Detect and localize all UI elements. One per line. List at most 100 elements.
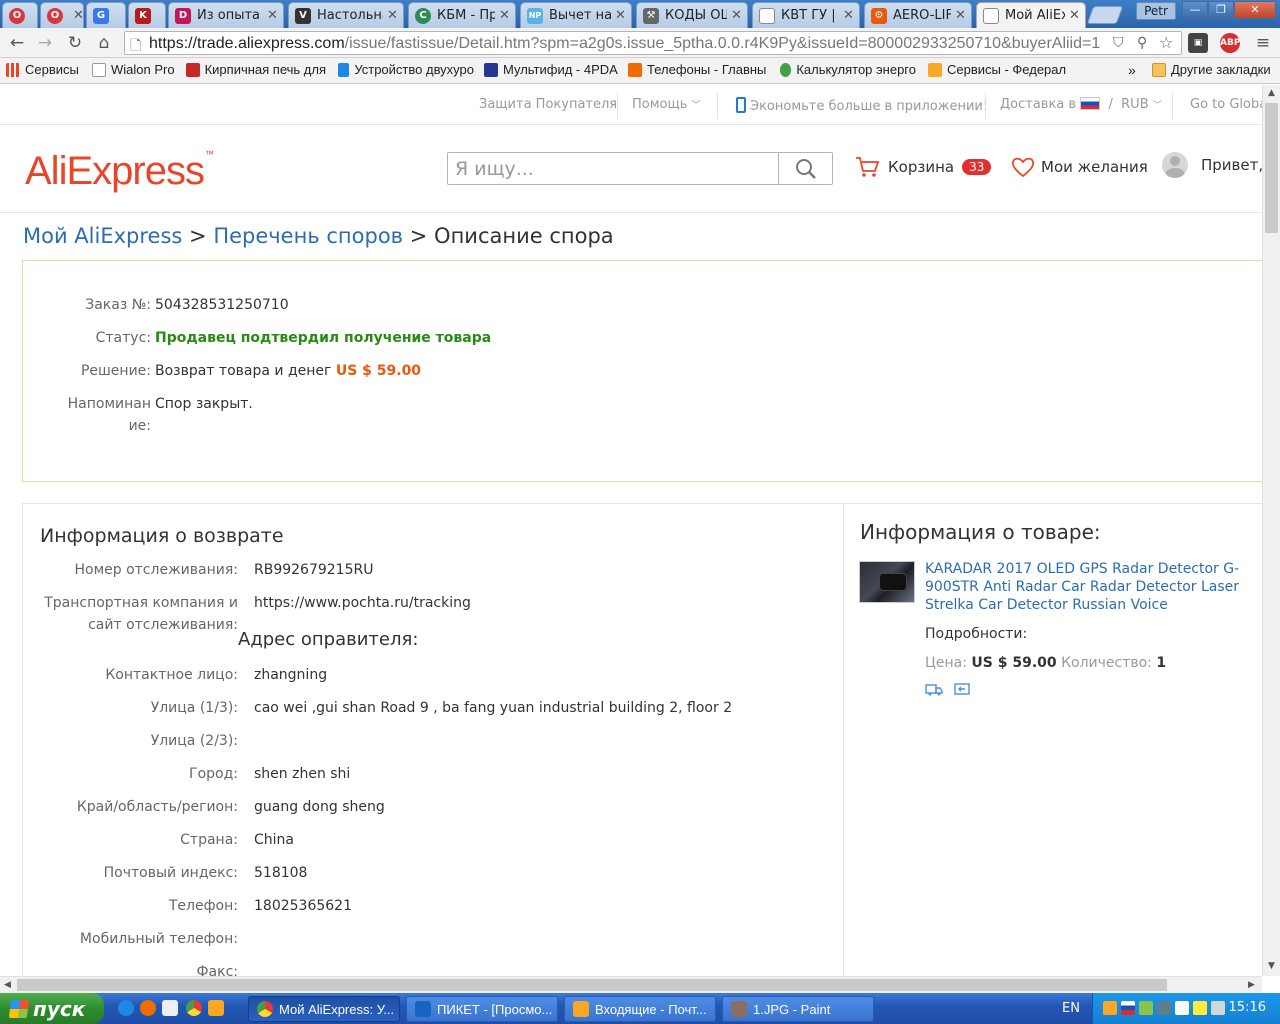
cart-icon — [856, 157, 880, 177]
minimize-button[interactable]: — — [1182, 1, 1208, 19]
close-icon[interactable]: ✕ — [267, 8, 279, 23]
bookmark-calc[interactable]: Калькулятор энерго — [780, 62, 916, 77]
close-window-button[interactable]: ✕ — [1234, 1, 1276, 19]
adblock-icon[interactable]: ABP — [1220, 33, 1240, 53]
scroll-left-icon[interactable]: ◀ — [4, 980, 11, 990]
c-icon — [780, 62, 792, 77]
search-input[interactable] — [448, 153, 778, 184]
scroll-down-icon[interactable]: ▼ — [1268, 961, 1275, 971]
taskbar-item-piket[interactable]: ПИКЕТ - [Просмо... — [406, 996, 558, 1022]
wishlist-link[interactable]: Мои желания — [1010, 155, 1148, 179]
browser-tab[interactable]: КВТ ГУ | ✕ — [752, 2, 860, 28]
profile-button[interactable]: Petr — [1136, 2, 1176, 20]
browser-tab[interactable]: ⚒ КОДЫ ОШ ✕ — [636, 2, 748, 28]
bookmark-4pda[interactable]: Мультифид - 4PDA — [484, 62, 618, 77]
outlook-icon[interactable] — [1103, 1001, 1117, 1015]
browser-tab[interactable]: D Из опыта ✕ — [168, 2, 284, 28]
shipping-icon[interactable] — [925, 681, 943, 697]
volume-icon[interactable] — [1175, 1001, 1189, 1015]
browser-tab[interactable]: ⚙ AERO-LIFT ✕ — [864, 2, 972, 28]
maximize-button[interactable]: ❐ — [1208, 1, 1234, 19]
buyer-protection-link[interactable]: Защита Покупателя — [479, 97, 617, 112]
horizontal-scrollbar[interactable]: ◀ ▶ — [0, 976, 1262, 993]
windows-flag-icon — [8, 999, 30, 1018]
close-icon[interactable]: ✕ — [73, 8, 83, 23]
browser-tab[interactable]: K — [128, 2, 166, 28]
outlook-icon[interactable] — [208, 1000, 224, 1016]
search-button[interactable] — [778, 153, 832, 184]
browser-tab[interactable]: C КБМ - Про ✕ — [408, 2, 516, 28]
close-icon[interactable]: ✕ — [843, 8, 855, 23]
url-text[interactable]: https://trade.aliexpress.com/issue/fasti… — [149, 35, 1119, 53]
browser-tab[interactable]: G — [86, 2, 126, 28]
app-icon[interactable] — [140, 1000, 156, 1016]
close-icon[interactable]: ✕ — [955, 8, 967, 23]
breadcrumb-separator: > — [409, 224, 428, 248]
return-icon[interactable] — [953, 681, 971, 697]
delivery-selector[interactable]: Доставка в / RUB ﹀ — [1000, 97, 1162, 112]
app-icon[interactable] — [162, 1000, 178, 1016]
tab-label: КВТ ГУ | — [781, 8, 836, 23]
product-title-link[interactable]: KARADAR 2017 OLED GPS Radar Detector G-9… — [925, 560, 1245, 614]
wishlist-label: Мои желания — [1041, 158, 1148, 176]
bookmark-wialon[interactable]: Wialon Pro — [92, 62, 175, 77]
close-icon[interactable]: ✕ — [731, 8, 743, 23]
home-button[interactable]: ⌂ — [93, 32, 115, 54]
global-site-link[interactable]: Go to Global — [1190, 97, 1262, 112]
product-thumbnail[interactable] — [859, 561, 915, 603]
ie-icon[interactable] — [118, 1000, 134, 1016]
bookmark-services[interactable]: Сервисы — [6, 62, 79, 77]
taskbar-item-chrome[interactable]: Мой AliExpress: У... — [248, 996, 400, 1022]
browser-tab[interactable]: O — [2, 2, 38, 28]
shield-icon[interactable]: ⛉ — [1113, 35, 1124, 51]
menu-icon[interactable]: ≡ — [1252, 32, 1274, 54]
star-icon[interactable]: ☆ — [1159, 33, 1173, 52]
scroll-thumb[interactable] — [1265, 103, 1278, 233]
zoom-icon[interactable]: ⚲ — [1137, 35, 1147, 51]
chrome-icon[interactable] — [186, 1000, 202, 1016]
bookmarks-more-button[interactable]: » — [1128, 62, 1136, 78]
taskbar-item-paint[interactable]: 1.JPG - Paint — [722, 996, 874, 1022]
app-promo-link[interactable]: Экономьте больше в приложении! — [736, 97, 988, 114]
scroll-up-icon[interactable]: ▲ — [1268, 88, 1275, 98]
bookmark-stove[interactable]: Кирпичная печь для — [186, 62, 326, 77]
aliexpress-logo[interactable]: AliExpress™ — [25, 149, 214, 194]
account-menu[interactable]: Привет, — [1162, 152, 1262, 178]
app-icon[interactable] — [1211, 1001, 1225, 1015]
language-indicator[interactable]: EN — [1062, 1001, 1080, 1016]
security-icon[interactable] — [1193, 1001, 1207, 1015]
vertical-scrollbar[interactable]: ▲ ▼ — [1262, 85, 1280, 976]
reload-button[interactable]: ↻ — [64, 32, 86, 54]
carrier-url[interactable]: https://www.pochta.ru/tracking — [254, 592, 471, 614]
close-icon[interactable]: ✕ — [615, 8, 627, 23]
app-icon[interactable] — [1139, 1001, 1153, 1015]
breadcrumb-my-aliexpress[interactable]: Мой AliExpress — [23, 224, 182, 248]
browser-tab[interactable]: V Настольна ✕ — [288, 2, 404, 28]
back-button[interactable]: ← — [6, 32, 28, 54]
close-icon[interactable]: ✕ — [1069, 8, 1081, 23]
address-bar[interactable]: 🗋 https://trade.aliexpress.com/issue/fas… — [124, 31, 1182, 55]
start-button[interactable]: пуск — [0, 993, 104, 1024]
browser-tab[interactable]: O ✕ — [40, 2, 84, 28]
scroll-right-icon[interactable]: ▶ — [1248, 980, 1255, 990]
close-icon[interactable]: ✕ — [499, 8, 511, 23]
other-bookmarks[interactable]: Другие закладки — [1152, 62, 1271, 77]
breadcrumb-dispute-list[interactable]: Перечень споров — [213, 224, 403, 248]
bookmark-phones[interactable]: Телефоны - Главны — [628, 62, 768, 77]
bookmark-house[interactable]: Устройство двухуро — [338, 62, 474, 77]
browser-tab-active[interactable]: Мой AliEx ✕ — [976, 2, 1086, 28]
bookmark-federal[interactable]: Сервисы - Федерал — [928, 62, 1068, 77]
clock[interactable]: 15:16 — [1229, 1000, 1266, 1015]
taskbar-item-outlook[interactable]: Входящие - Почт... — [564, 996, 716, 1022]
scroll-thumb[interactable] — [17, 979, 1167, 991]
new-tab-button[interactable] — [1086, 6, 1124, 24]
close-icon[interactable]: ✕ — [387, 8, 399, 23]
russia-flag-icon — [1080, 97, 1101, 110]
cart-link[interactable]: Корзина 33 — [854, 155, 992, 179]
browser-tab[interactable]: NP Вычет на ✕ — [520, 2, 632, 28]
flag-icon[interactable] — [1121, 1001, 1135, 1015]
forward-button[interactable]: → — [34, 32, 56, 54]
extension-icon[interactable]: ▣ — [1188, 33, 1208, 53]
network-icon[interactable] — [1157, 1001, 1171, 1015]
help-menu[interactable]: Помощь ﹀ — [632, 97, 701, 112]
